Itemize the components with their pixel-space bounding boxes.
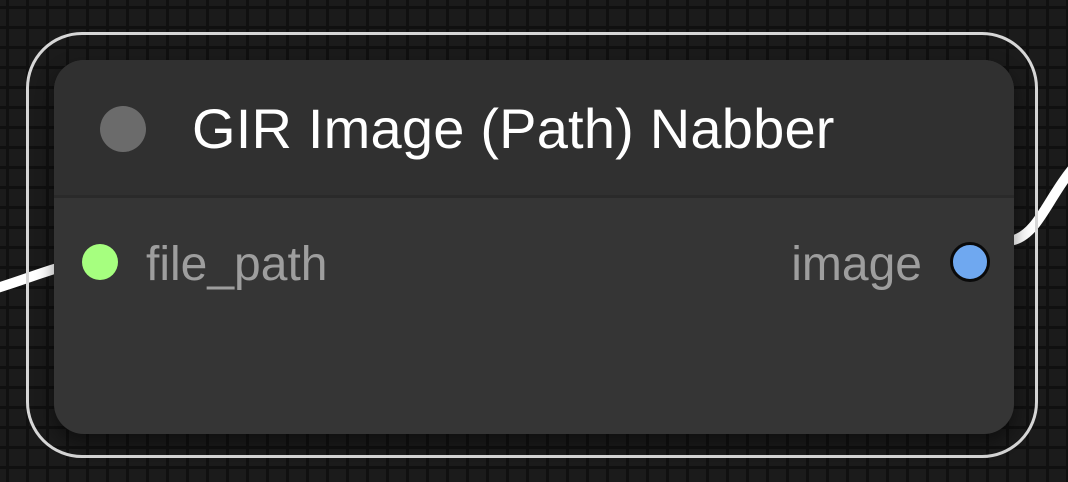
node-title: GIR Image (Path) Nabber [192,97,835,160]
image-output-label: image [791,238,922,291]
collapse-toggle-icon[interactable] [100,106,146,152]
image-output-socket-icon[interactable] [950,242,990,282]
node-header[interactable]: GIR Image (Path) Nabber [54,60,1014,198]
file-path-input-socket-icon[interactable] [82,244,118,280]
gir-image-nabber-node[interactable]: GIR Image (Path) Nabber file_path image [54,60,1014,434]
file-path-input-label: file_path [146,238,328,291]
